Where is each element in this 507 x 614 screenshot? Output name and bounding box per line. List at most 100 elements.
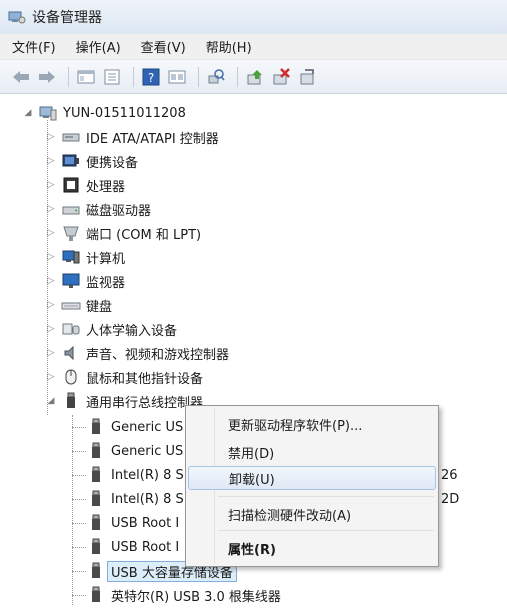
expand-arrow-icon[interactable]: ▷ — [45, 203, 57, 215]
usb-device-item[interactable]: Intel(R) 8 S — [86, 487, 184, 511]
usb-device-icon — [86, 586, 106, 604]
tree-category-monitor[interactable]: ▷ 监视器 — [45, 269, 125, 293]
computer-icon — [38, 104, 58, 122]
device-manager-window: 设备管理器 文件(F) 操作(A) 查看(V) 帮助(H) ? ◢ YUN-01… — [0, 0, 507, 614]
usb-device-icon — [86, 490, 106, 508]
expand-arrow-icon[interactable]: ▷ — [45, 299, 57, 311]
usb-device-label: Intel(R) 8 S — [111, 491, 184, 507]
category-label: 计算机 — [86, 251, 126, 267]
expand-arrow-icon[interactable]: ▷ — [45, 155, 57, 167]
properties-icon[interactable] — [101, 66, 123, 88]
expand-arrow-icon[interactable]: ▷ — [45, 131, 57, 143]
category-label: 键盘 — [86, 299, 113, 315]
menu-separator — [218, 530, 434, 531]
menu-disable[interactable]: 禁用(D) — [188, 440, 436, 464]
menu-item-label: 扫描检测硬件改动(A) — [228, 508, 352, 524]
root-label: YUN-01511011208 — [63, 105, 186, 121]
update-driver-icon[interactable] — [244, 66, 266, 88]
forward-arrow-icon[interactable] — [36, 66, 58, 88]
menu-separator — [218, 496, 434, 497]
expand-arrow-icon[interactable]: ▷ — [45, 323, 57, 335]
expand-arrow-icon[interactable]: ▷ — [45, 227, 57, 239]
collapse-arrow-icon[interactable]: ◢ — [22, 107, 34, 119]
usb-device-label: USB Root I — [111, 515, 180, 531]
port-icon — [61, 224, 81, 242]
menu-view[interactable]: 查看(V) — [141, 37, 186, 56]
menu-help[interactable]: 帮助(H) — [206, 37, 252, 56]
tree-category-port[interactable]: ▷ 端口 (COM 和 LPT) — [45, 221, 201, 245]
tree-category-usb[interactable]: ◢ 通用串行总线控制器 — [45, 389, 203, 413]
back-arrow-icon[interactable] — [10, 66, 32, 88]
view-icon[interactable] — [166, 66, 188, 88]
category-label: 声音、视频和游戏控制器 — [86, 347, 230, 363]
speaker-icon — [61, 344, 81, 362]
usb-device-icon — [86, 538, 106, 556]
tree-connector — [72, 523, 86, 524]
svg-text:?: ? — [148, 71, 154, 85]
usb-device-icon — [86, 466, 106, 484]
usb-device-item[interactable]: Generic US — [86, 415, 183, 439]
processor-icon — [61, 176, 81, 194]
tree-category-hid[interactable]: ▷ 人体学输入设备 — [45, 317, 177, 341]
expand-arrow-icon[interactable]: ▷ — [45, 275, 57, 287]
expand-arrow-icon[interactable]: ▷ — [45, 371, 57, 383]
menu-uninstall[interactable]: 卸载(U) — [188, 466, 436, 490]
tree-category-keyboard[interactable]: ▷ 键盘 — [45, 293, 112, 317]
context-menu: 更新驱动程序软件(P)... 禁用(D) 卸载(U) 扫描检测硬件改动(A) 属… — [185, 405, 439, 567]
menu-action[interactable]: 操作(A) — [76, 37, 121, 56]
menu-scan-hardware[interactable]: 扫描检测硬件改动(A) — [188, 502, 436, 526]
ide-controller-icon — [61, 128, 81, 146]
menu-item-label: 卸载(U) — [229, 472, 275, 488]
menu-file[interactable]: 文件(F) — [12, 37, 56, 56]
usb-device-label: Generic US — [111, 419, 184, 435]
window-title: 设备管理器 — [32, 10, 102, 26]
usb-device-item[interactable]: USB Root I — [86, 535, 179, 559]
disable-device-icon[interactable] — [270, 66, 292, 88]
title-bar: 设备管理器 — [0, 0, 507, 34]
mouse-icon — [61, 368, 81, 386]
tree-root[interactable]: ◢ YUN-01511011208 — [22, 101, 186, 125]
expand-arrow-icon[interactable]: ▷ — [45, 347, 57, 359]
tree-category-sound[interactable]: ▷ 声音、视频和游戏控制器 — [45, 341, 229, 365]
toolbar-separator — [198, 66, 199, 87]
tree-category-computer[interactable]: ▷ 计算机 — [45, 245, 125, 269]
usb-device-item[interactable]: Intel(R) 8 S — [86, 463, 184, 487]
category-label: IDE ATA/ATAPI 控制器 — [86, 131, 219, 147]
help-icon[interactable]: ? — [140, 66, 162, 88]
usb-device-label: Generic US — [111, 443, 184, 459]
usb-device-icon — [86, 418, 106, 436]
keyboard-icon — [61, 296, 81, 314]
disk-drive-icon — [61, 200, 81, 218]
tree-category-portable[interactable]: ▷ 便携设备 — [45, 149, 138, 173]
console-tree-icon[interactable] — [75, 66, 97, 88]
tree-connector — [72, 547, 86, 548]
toolbar-separator — [133, 66, 134, 87]
collapse-arrow-icon[interactable]: ◢ — [45, 395, 57, 407]
usb-device-item[interactable]: 英特尔(R) USB 3.0 根集线器 — [86, 583, 281, 607]
menu-item-label: 属性(R) — [228, 542, 276, 558]
tree-category-ide[interactable]: ▷ IDE ATA/ATAPI 控制器 — [45, 125, 219, 149]
usb-device-label-suffix: 2D — [441, 491, 460, 507]
usb-device-label: USB Root I — [111, 539, 180, 555]
uninstall-device-icon[interactable] — [296, 66, 318, 88]
usb-icon — [61, 392, 81, 410]
tree-connector — [72, 499, 86, 500]
category-label: 磁盘驱动器 — [86, 203, 152, 219]
tree-category-mouse[interactable]: ▷ 鼠标和其他指针设备 — [45, 365, 203, 389]
tree-connector — [72, 451, 86, 452]
scan-hardware-icon[interactable] — [205, 66, 227, 88]
tree-category-disk[interactable]: ▷ 磁盘驱动器 — [45, 197, 151, 221]
menu-properties[interactable]: 属性(R) — [188, 536, 436, 560]
expand-arrow-icon[interactable]: ▷ — [45, 179, 57, 191]
usb-device-item[interactable]: USB Root I — [86, 511, 179, 535]
tree-category-processor[interactable]: ▷ 处理器 — [45, 173, 125, 197]
tree-connector — [72, 571, 86, 572]
menu-item-label: 禁用(D) — [228, 446, 275, 462]
category-label: 便携设备 — [86, 155, 139, 171]
category-label: 监视器 — [86, 275, 126, 291]
menu-update-driver[interactable]: 更新驱动程序软件(P)... — [188, 412, 436, 436]
toolbar-separator — [68, 66, 69, 87]
expand-arrow-icon[interactable]: ▷ — [45, 251, 57, 263]
usb-device-item[interactable]: Generic US — [86, 439, 183, 463]
computer-icon — [61, 248, 81, 266]
